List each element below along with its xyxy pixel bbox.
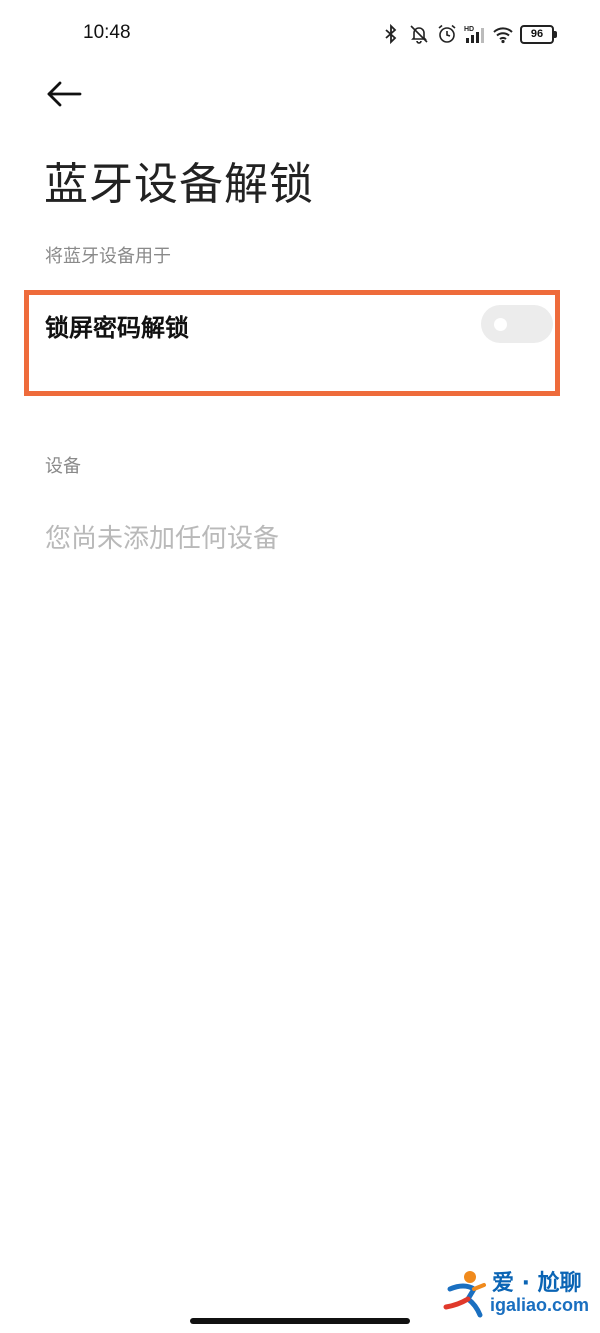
page-title: 蓝牙设备解锁 <box>44 159 314 210</box>
watermark-line2: igaliao.com <box>490 1295 590 1315</box>
section-label-devices: 设备 <box>45 456 81 477</box>
status-bar: 10:48 HD 96 <box>0 0 600 70</box>
hd-signal-icon: HD <box>464 26 484 43</box>
arrow-left-icon <box>47 81 82 107</box>
battery-level: 96 <box>530 27 544 40</box>
home-indicator[interactable] <box>190 1318 410 1324</box>
toggle-knob <box>494 318 507 331</box>
watermark-line1: 爱 · 尬聊 <box>492 1271 582 1296</box>
empty-devices-text: 您尚未添加任何设备 <box>45 524 280 554</box>
wifi-icon <box>493 27 513 44</box>
lock-screen-unlock-row[interactable]: 锁屏密码解锁 <box>29 295 555 391</box>
watermark: 爱 · 尬聊 igaliao.com <box>440 1265 600 1325</box>
svg-text:HD: HD <box>464 26 474 33</box>
mute-icon <box>410 25 428 44</box>
bluetooth-icon <box>385 23 397 45</box>
status-icons: HD 96 <box>380 20 557 48</box>
lock-screen-unlock-toggle[interactable] <box>481 305 553 343</box>
runner-logo-icon <box>443 1271 486 1318</box>
battery-icon: 96 <box>520 24 557 44</box>
section-label-usage: 将蓝牙设备用于 <box>45 246 171 267</box>
back-button[interactable] <box>42 76 86 112</box>
alarm-icon <box>438 24 456 43</box>
setting-label: 锁屏密码解锁 <box>45 314 189 342</box>
status-time: 10:48 <box>83 22 131 43</box>
